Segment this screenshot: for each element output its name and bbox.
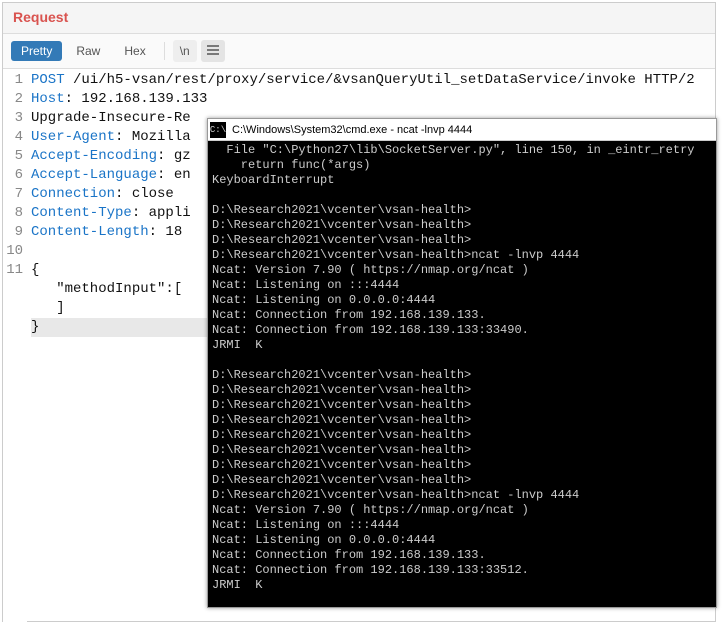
cmd-titlebar[interactable]: C:\ C:\Windows\System32\cmd.exe - ncat -…: [208, 119, 716, 141]
newline-toggle-button[interactable]: \n: [173, 40, 197, 62]
toolbar-separator: [164, 42, 165, 60]
cmd-window[interactable]: C:\ C:\Windows\System32\cmd.exe - ncat -…: [207, 118, 717, 608]
gutter-line: 10: [3, 242, 23, 261]
gutter-line: 5: [3, 147, 23, 166]
gutter-line: 7: [3, 185, 23, 204]
gutter-line: 8: [3, 204, 23, 223]
tab-raw[interactable]: Raw: [66, 41, 110, 61]
gutter-line: 6: [3, 166, 23, 185]
gutter-line: [3, 318, 23, 337]
code-line: POST /ui/h5-vsan/rest/proxy/service/&vsa…: [31, 71, 715, 90]
editor-toolbar: Pretty Raw Hex \n: [3, 34, 715, 69]
cmd-icon: C:\: [210, 122, 226, 138]
gutter-line: 11: [3, 261, 23, 280]
panel-header: Request: [3, 3, 715, 34]
gutter-line: 4: [3, 128, 23, 147]
tab-pretty[interactable]: Pretty: [11, 41, 62, 61]
gutter-line: 2: [3, 90, 23, 109]
gutter-line: [3, 299, 23, 318]
gutter-line: [3, 280, 23, 299]
hamburger-icon: [207, 44, 219, 58]
gutter-line: 3: [3, 109, 23, 128]
code-line: Host: 192.168.139.133: [31, 90, 715, 109]
cmd-title: C:\Windows\System32\cmd.exe - ncat -lnvp…: [232, 124, 472, 136]
tab-hex[interactable]: Hex: [114, 41, 155, 61]
panel-title: Request: [13, 9, 68, 25]
hamburger-menu-button[interactable]: [201, 40, 225, 62]
line-gutter: 1234567891011: [3, 69, 27, 623]
gutter-line: 9: [3, 223, 23, 242]
cmd-body[interactable]: File "C:\Python27\lib\SocketServer.py", …: [208, 141, 716, 607]
gutter-line: 1: [3, 71, 23, 90]
